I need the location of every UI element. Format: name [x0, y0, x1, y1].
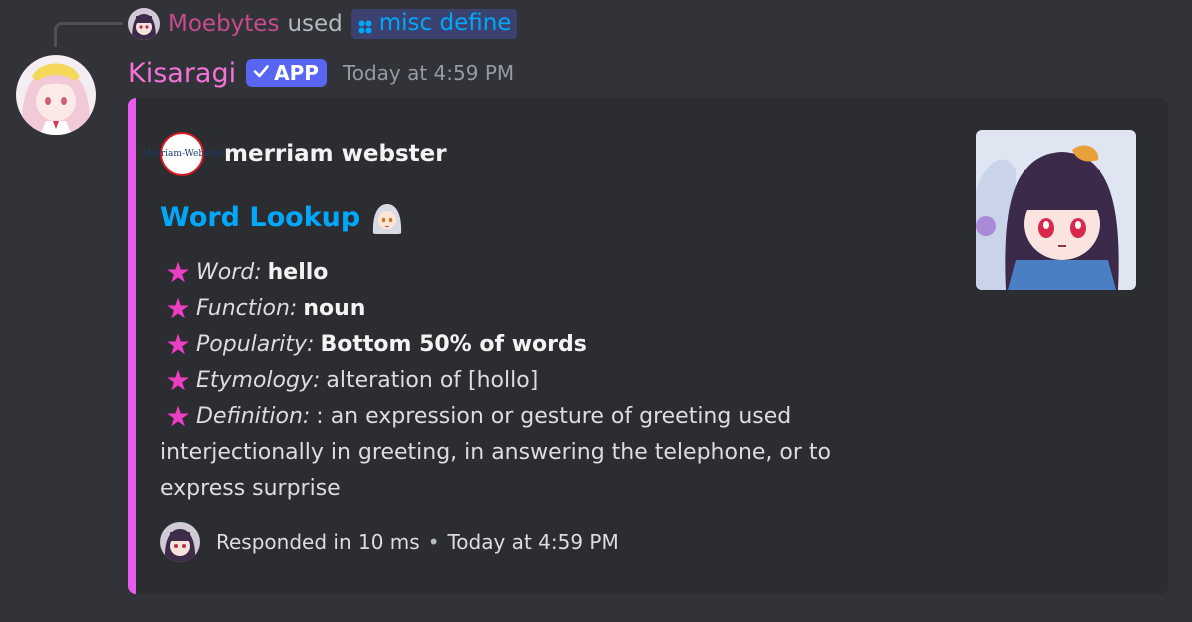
field-value: noun: [303, 296, 366, 321]
star-icon: ★: [165, 256, 191, 289]
star-icon: ★: [165, 292, 191, 325]
star-icon: ★: [165, 328, 191, 361]
field-label: Function:: [196, 296, 298, 321]
reply-used-text: used: [287, 11, 343, 37]
star-icon: ★: [165, 400, 191, 433]
checkmark-icon: [252, 61, 270, 85]
author-avatar[interactable]: [16, 55, 96, 135]
field-definition: ★ Definition:: an expression or gesture o…: [160, 399, 880, 507]
footer-timestamp: Today at 4:59 PM: [447, 530, 619, 554]
footer-separator: •: [427, 530, 440, 554]
embed-description: ★ Word: hello ★ Function: noun ★ Popular…: [160, 255, 880, 507]
embed-footer: Responded in 10 ms • Today at 4:59 PM: [160, 522, 619, 562]
app-badge: APP: [246, 59, 327, 87]
app-badge-label: APP: [274, 61, 319, 85]
logo-text: Merriam-Webster: [142, 149, 222, 159]
field-popularity: ★ Popularity: Bottom 50% of words: [160, 327, 880, 363]
embed-thumbnail[interactable]: [976, 130, 1136, 290]
reply-username[interactable]: Moebytes: [168, 11, 279, 37]
footer-avatar: [160, 522, 200, 562]
field-label: Definition:: [196, 404, 311, 429]
command-name: misc define: [378, 10, 512, 36]
message-timestamp[interactable]: Today at 4:59 PM: [343, 61, 514, 85]
command-mention[interactable]: misc define: [350, 9, 518, 39]
command-grid-icon: [357, 15, 373, 34]
author-name[interactable]: Kisaragi: [128, 58, 236, 89]
message-header: Kisaragi APP Today at 4:59 PM: [128, 56, 514, 90]
field-function: ★ Function: noun: [160, 291, 880, 327]
field-value: hello: [267, 260, 329, 285]
embed-title-text: Word Lookup: [160, 201, 361, 233]
field-label: Popularity:: [196, 332, 315, 357]
field-word: ★ Word: hello: [160, 255, 880, 291]
field-label: Word:: [196, 260, 262, 285]
embed-author-name: merriam webster: [224, 141, 447, 167]
star-icon: ★: [165, 364, 191, 397]
command-reply-bar: Moebytes used misc define: [128, 8, 518, 40]
embed-card: Merriam-Webster merriam webster Word Loo…: [128, 98, 1168, 594]
field-value: Bottom 50% of words: [320, 332, 587, 357]
embed-accent-bar: [128, 98, 136, 594]
reply-user-avatar[interactable]: [128, 8, 160, 40]
embed-title: Word Lookup: [160, 200, 405, 234]
anime-girl-emoji-icon: [370, 200, 405, 234]
embed-author: Merriam-Webster merriam webster: [142, 132, 447, 176]
footer-text: Responded in 10 ms: [216, 530, 420, 554]
field-etymology: ★ Etymology: alteration of [hollo]: [160, 363, 880, 399]
field-value: alteration of [hollo]: [326, 368, 539, 393]
merriam-webster-logo: Merriam-Webster: [142, 132, 222, 176]
field-label: Etymology:: [196, 368, 321, 393]
reply-connector: [54, 22, 123, 47]
